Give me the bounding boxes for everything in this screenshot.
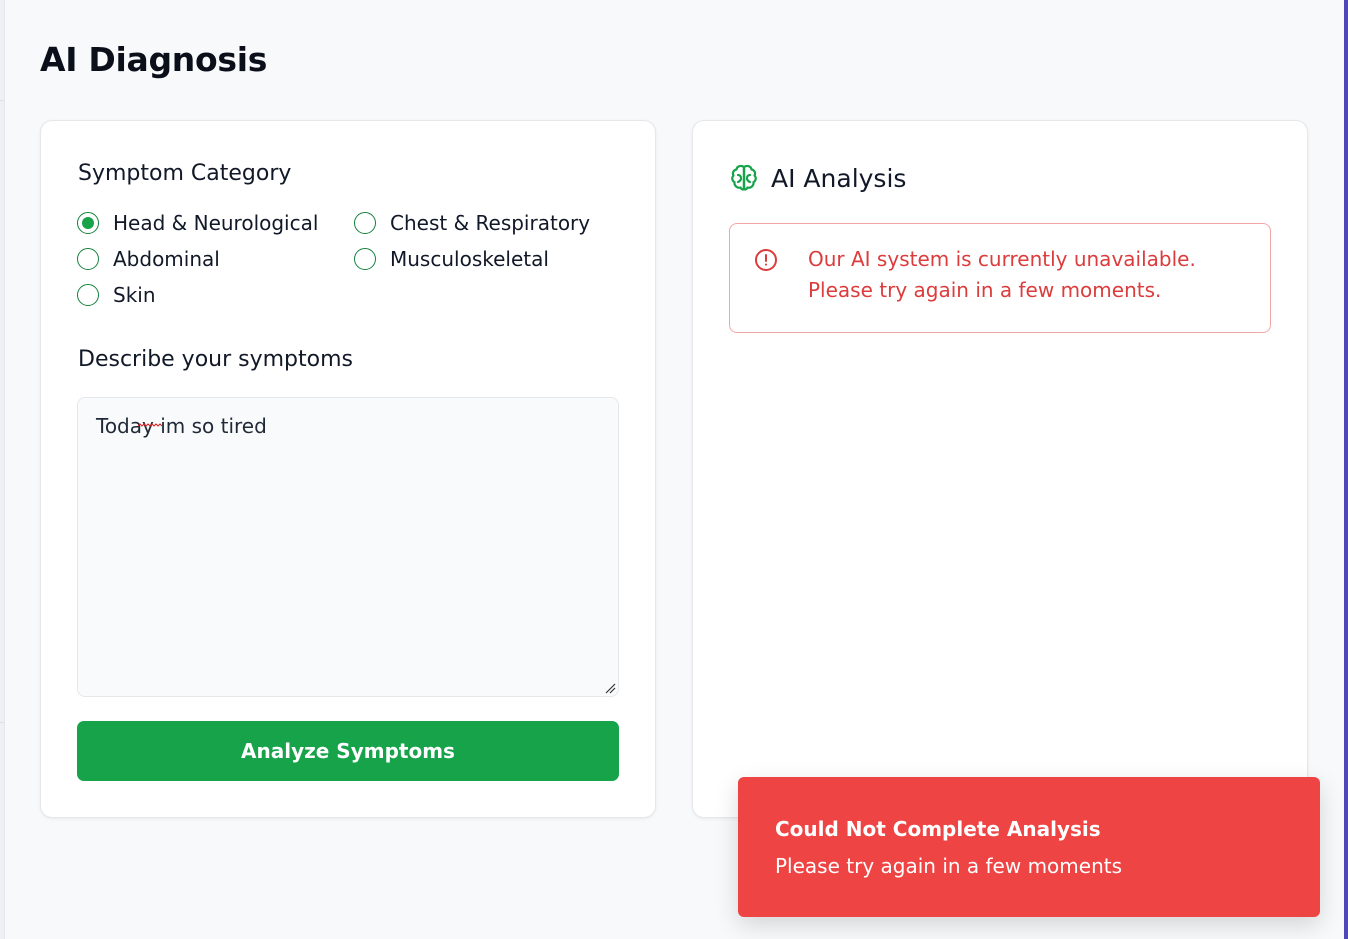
right-scroll-edge [1344, 0, 1348, 939]
error-alert: Our AI system is currently unavailable. … [729, 223, 1271, 333]
radio-label: Chest & Respiratory [390, 211, 591, 235]
symptom-category-radio-group: Head & Neurological Chest & Respiratory … [77, 209, 637, 319]
analysis-header: AI Analysis [729, 163, 906, 193]
radio-label: Abdominal [113, 247, 220, 271]
radio-abdominal[interactable]: Abdominal [77, 247, 220, 271]
radio-button[interactable] [77, 248, 99, 270]
symptom-category-label: Symptom Category [78, 161, 292, 186]
radio-label: Skin [113, 283, 156, 307]
toast-message: Please try again in a few moments [775, 854, 1123, 878]
radio-label: Musculoskeletal [390, 247, 549, 271]
symptom-form-card: Symptom Category Head & Neurological Che… [40, 120, 656, 818]
divider [0, 100, 4, 101]
brain-icon [729, 163, 759, 193]
spellcheck-underline [138, 423, 162, 427]
alert-circle-icon [754, 248, 778, 272]
radio-skin[interactable]: Skin [77, 283, 156, 307]
radio-button[interactable] [77, 212, 99, 234]
left-panel-edge [0, 0, 5, 939]
page-title: AI Diagnosis [40, 40, 268, 79]
radio-button[interactable] [354, 248, 376, 270]
error-message: Our AI system is currently unavailable. … [808, 247, 1196, 302]
radio-button[interactable] [354, 212, 376, 234]
radio-button[interactable] [77, 284, 99, 306]
resize-handle-icon[interactable] [604, 682, 616, 694]
ai-analysis-card: AI Analysis Our AI system is currently u… [692, 120, 1308, 818]
radio-head-neurological[interactable]: Head & Neurological [77, 211, 318, 235]
symptoms-text-value: Today im so tired [96, 414, 267, 438]
error-toast[interactable]: Could Not Complete Analysis Please try a… [738, 777, 1320, 917]
analysis-title: AI Analysis [771, 163, 907, 193]
radio-musculoskeletal[interactable]: Musculoskeletal [354, 247, 549, 271]
divider [0, 722, 4, 723]
radio-chest-respiratory[interactable]: Chest & Respiratory [354, 211, 590, 235]
toast-title: Could Not Complete Analysis [775, 817, 1101, 841]
describe-symptoms-label: Describe your symptoms [78, 347, 353, 372]
symptoms-textarea[interactable]: Today im so tired [77, 397, 619, 697]
app-page: AI Diagnosis Symptom Category Head & Neu… [0, 0, 1348, 939]
analyze-symptoms-button[interactable]: Analyze Symptoms [77, 721, 619, 781]
radio-label: Head & Neurological [113, 211, 319, 235]
